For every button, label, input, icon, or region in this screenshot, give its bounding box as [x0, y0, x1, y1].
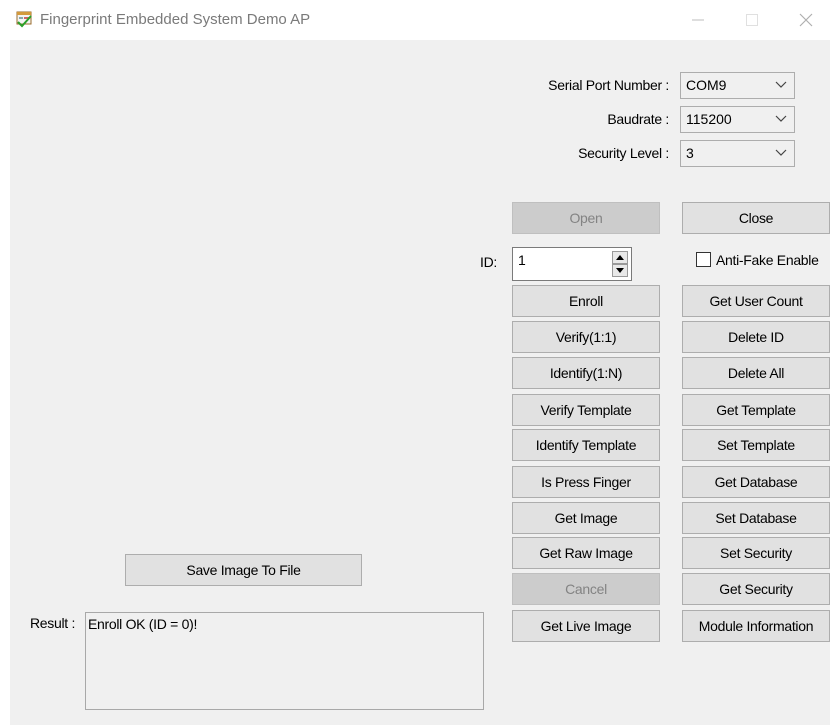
minimize-icon — [692, 19, 704, 21]
result-text: Enroll OK (ID = 0)! — [88, 616, 198, 632]
client-area: Serial Port Number : COM9 Baudrate : 115… — [10, 40, 830, 725]
chevron-down-icon — [775, 81, 787, 88]
title-bar: Fingerprint Embedded System Demo AP — [0, 0, 830, 40]
cancel-button[interactable]: Cancel — [512, 573, 660, 605]
get-security-button[interactable]: Get Security — [682, 573, 830, 605]
set-security-button[interactable]: Set Security — [682, 537, 830, 569]
id-label: ID: — [480, 254, 497, 270]
spin-down-button[interactable] — [612, 264, 628, 277]
anti-fake-checkbox[interactable] — [696, 252, 711, 267]
open-button[interactable]: Open — [512, 202, 660, 234]
set-template-button[interactable]: Set Template — [682, 429, 830, 461]
close-window-button[interactable] — [786, 6, 826, 34]
get-raw-image-button[interactable]: Get Raw Image — [512, 537, 660, 569]
get-live-image-button[interactable]: Get Live Image — [512, 610, 660, 642]
security-level-select[interactable]: 3 — [680, 140, 795, 167]
caret-up-icon — [616, 255, 624, 260]
identify-template-button[interactable]: Identify Template — [512, 429, 660, 461]
anti-fake-label: Anti-Fake Enable — [716, 252, 819, 268]
save-image-button[interactable]: Save Image To File — [125, 554, 362, 586]
baudrate-value: 115200 — [686, 111, 732, 127]
delete-id-button[interactable]: Delete ID — [682, 321, 830, 353]
get-user-count-button[interactable]: Get User Count — [682, 285, 830, 317]
baudrate-label: Baudrate : — [607, 111, 669, 127]
module-information-button[interactable]: Module Information — [682, 610, 830, 642]
maximize-icon — [746, 14, 758, 26]
get-database-button[interactable]: Get Database — [682, 466, 830, 498]
verify-button[interactable]: Verify(1:1) — [512, 321, 660, 353]
set-database-button[interactable]: Set Database — [682, 502, 830, 534]
security-level-label: Security Level : — [578, 145, 669, 161]
delete-all-button[interactable]: Delete All — [682, 357, 830, 389]
serial-port-value: COM9 — [686, 77, 727, 93]
security-level-value: 3 — [686, 145, 694, 161]
result-textbox[interactable]: Enroll OK (ID = 0)! — [85, 612, 484, 710]
result-label: Result : — [30, 615, 76, 631]
maximize-button[interactable] — [732, 6, 772, 34]
close-button[interactable]: Close — [682, 202, 830, 234]
serial-port-label: Serial Port Number : — [548, 77, 669, 93]
spin-up-button[interactable] — [612, 251, 628, 264]
chevron-down-icon — [775, 149, 787, 156]
id-spinner[interactable]: 1 — [512, 247, 632, 281]
get-template-button[interactable]: Get Template — [682, 394, 830, 426]
verify-template-button[interactable]: Verify Template — [512, 394, 660, 426]
identify-button[interactable]: Identify(1:N) — [512, 357, 660, 389]
is-press-finger-button[interactable]: Is Press Finger — [512, 466, 660, 498]
enroll-button[interactable]: Enroll — [512, 285, 660, 317]
serial-port-select[interactable]: COM9 — [680, 72, 795, 99]
get-image-button[interactable]: Get Image — [512, 502, 660, 534]
minimize-button[interactable] — [678, 6, 718, 34]
chevron-down-icon — [775, 115, 787, 122]
id-value: 1 — [518, 252, 526, 268]
fingerprint-app-icon — [16, 11, 32, 28]
close-icon — [799, 13, 813, 27]
baudrate-select[interactable]: 115200 — [680, 106, 795, 133]
caret-down-icon — [616, 268, 624, 273]
window-title: Fingerprint Embedded System Demo AP — [40, 11, 311, 28]
